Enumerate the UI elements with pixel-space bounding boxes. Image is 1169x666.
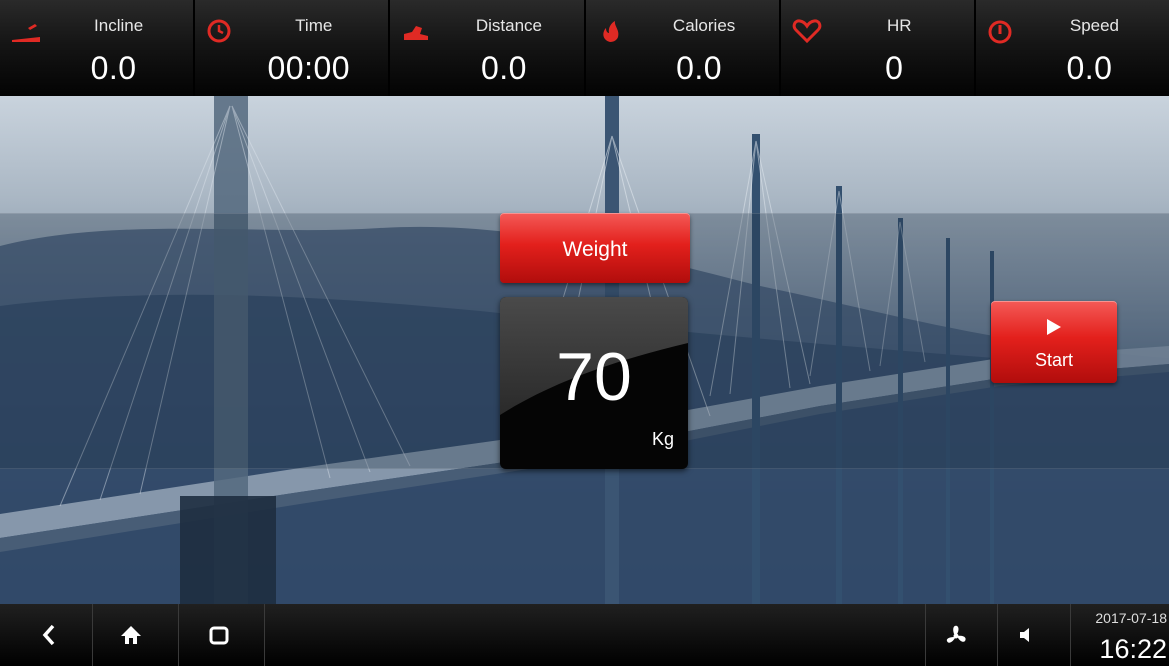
metric-value: 0.0: [480, 50, 527, 86]
weight-button[interactable]: Weight: [500, 213, 690, 283]
metric-value: 0: [885, 50, 904, 86]
metric-value: 0.0: [90, 50, 137, 86]
fan-button[interactable]: [918, 604, 994, 666]
metric-time: Time 00:00: [195, 0, 391, 96]
metric-label: Time: [295, 16, 333, 35]
status-clock: 16:22: [1099, 634, 1167, 664]
metric-label: Incline: [94, 16, 144, 35]
weight-button-label: Weight: [562, 238, 628, 261]
metric-distance: Distance 0.0: [390, 0, 586, 96]
metric-value: 0.0: [1066, 50, 1113, 86]
metrics-bar: Incline 0.0 Time 00:00 Distance 0.0 Calo…: [0, 0, 1169, 96]
nav-separator: [1070, 604, 1071, 666]
metric-hr: HR 0: [780, 0, 976, 96]
volume-icon: [1020, 628, 1029, 642]
start-button[interactable]: Start: [991, 301, 1117, 383]
metric-incline: Incline 0.0: [0, 0, 196, 96]
back-button[interactable]: [6, 604, 92, 666]
home-icon: [121, 626, 141, 644]
metric-value: 0.0: [676, 50, 723, 86]
weight-display[interactable]: 70 Kg: [500, 297, 688, 469]
metric-label: Calories: [672, 16, 736, 35]
back-icon: [42, 624, 55, 646]
navigation-bar: 2017-07-18 16:22: [0, 604, 1169, 666]
home-button[interactable]: [88, 604, 174, 666]
weight-value: 70: [556, 339, 632, 415]
nav-separator: [264, 604, 265, 666]
recents-icon: [209, 626, 229, 645]
status-date: 2017-07-18: [1095, 610, 1167, 626]
metric-label: HR: [886, 16, 912, 35]
start-label: Start: [1034, 350, 1073, 370]
metric-calories: Calories 0.0: [585, 0, 781, 96]
metric-speed: Speed 0.0: [975, 0, 1169, 96]
fan-icon: [946, 625, 966, 643]
metric-label: Speed: [1069, 16, 1120, 35]
volume-button[interactable]: [996, 604, 1056, 666]
recents-button[interactable]: [176, 604, 262, 666]
metric-value: 00:00: [267, 50, 351, 86]
play-icon: [1047, 319, 1061, 335]
weight-unit: Kg: [651, 429, 674, 449]
metric-label: Distance: [475, 16, 542, 35]
